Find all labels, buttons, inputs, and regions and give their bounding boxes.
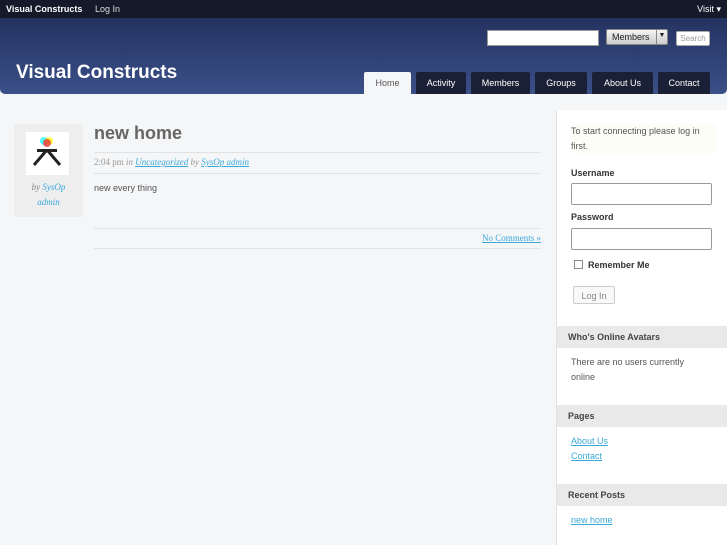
by-label: by: [31, 182, 41, 192]
visit-menu[interactable]: Visit ▾: [697, 4, 721, 15]
avatar[interactable]: [26, 132, 69, 175]
in-label: in: [126, 157, 134, 167]
comments-link[interactable]: No Comments »: [482, 233, 541, 243]
username-field[interactable]: [571, 183, 712, 205]
remember-me-label: Remember Me: [588, 260, 650, 270]
nav-about-us[interactable]: About Us: [592, 72, 653, 94]
post-time: 2:04 pm: [94, 157, 124, 167]
admin-bar-login[interactable]: Log In: [95, 4, 120, 14]
username-label: Username: [571, 168, 615, 178]
page-link-about-us[interactable]: About Us: [571, 434, 608, 449]
password-field[interactable]: [571, 228, 712, 250]
divider: [94, 228, 541, 229]
post-title[interactable]: new home: [94, 123, 182, 144]
remember-me-checkbox[interactable]: [574, 260, 583, 269]
site-header: Members ▼ Search Visual Constructs Home A…: [0, 18, 727, 94]
chevron-down-icon: ▼: [656, 30, 667, 44]
pages-heading: Pages: [557, 405, 727, 427]
nav-activity[interactable]: Activity: [416, 72, 466, 94]
category-link[interactable]: Uncategorized: [135, 157, 188, 167]
post-content: new every thing: [94, 183, 158, 193]
sidebar: To start connecting please log in first.…: [556, 110, 727, 545]
search-button[interactable]: Search: [676, 31, 710, 46]
search-input[interactable]: [487, 30, 599, 46]
search-scope-value: Members: [612, 32, 650, 42]
author-box: by SysOp admin: [14, 124, 83, 217]
site-title[interactable]: Visual Constructs: [16, 62, 177, 84]
whos-online-heading: Who's Online Avatars: [557, 326, 727, 348]
admin-bar: Visual Constructs Log In Visit ▾: [0, 0, 727, 18]
password-label: Password: [571, 212, 614, 222]
nav-members[interactable]: Members: [471, 72, 530, 94]
whos-online-text: There are no users currently online: [571, 357, 685, 382]
admin-bar-brand[interactable]: Visual Constructs: [6, 4, 82, 14]
by-label: by: [190, 157, 200, 167]
nav-home[interactable]: Home: [364, 72, 411, 94]
divider: [94, 248, 541, 249]
divider: [94, 152, 541, 153]
nav-groups[interactable]: Groups: [535, 72, 587, 94]
recent-posts-heading: Recent Posts: [557, 484, 727, 506]
nav-contact[interactable]: Contact: [658, 72, 710, 94]
author-byline: by SysOp admin: [14, 180, 83, 210]
search-scope-select[interactable]: Members ▼: [606, 29, 668, 45]
login-button[interactable]: Log In: [573, 286, 615, 304]
post-meta: 2:04 pm in Uncategorized by SysOp admin: [94, 157, 249, 167]
page-link-contact[interactable]: Contact: [571, 449, 602, 464]
author-link[interactable]: SysOp: [42, 182, 65, 192]
author-link[interactable]: admin: [37, 197, 60, 207]
login-prompt: To start connecting please log in first.: [571, 124, 716, 154]
author-link[interactable]: SysOp admin: [201, 157, 249, 167]
recent-post-link[interactable]: new home: [571, 513, 613, 528]
divider: [94, 173, 541, 174]
